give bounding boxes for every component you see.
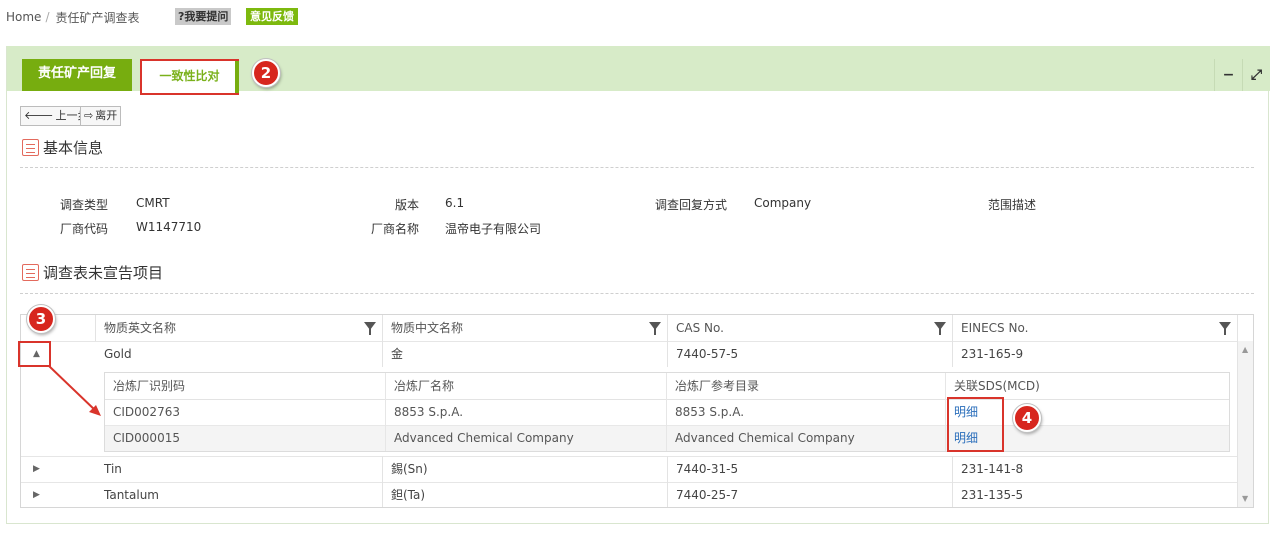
table-row-cell: 231-135-5 <box>953 482 1238 507</box>
expand-icon[interactable]: ▶ <box>33 464 40 474</box>
panel-header: 责任矿产回复 一致性比对 − ⤢ <box>7 46 1270 95</box>
callout-badge-2: 2 <box>252 59 280 87</box>
table-row-cell: 7440-25-7 <box>668 482 953 507</box>
grid-scrollbar[interactable]: ▲ ▼ <box>1237 341 1253 507</box>
field-label-vendor-code: 厂商代码 <box>60 222 109 236</box>
callout-badge-4: 4 <box>1013 404 1041 432</box>
leave-button[interactable]: ⇨ 离开 <box>80 106 122 126</box>
scroll-up-icon[interactable]: ▲ <box>1242 345 1248 354</box>
field-label-scope: 范围描述 <box>988 198 1037 212</box>
scroll-down-icon[interactable]: ▼ <box>1242 494 1248 503</box>
grid-header-en-name[interactable]: 物质英文名称 <box>96 315 383 341</box>
tab-consistency-check-label: 一致性比对 <box>159 69 220 83</box>
field-value-survey-type: CMRT <box>136 196 170 210</box>
filter-icon[interactable] <box>649 322 661 335</box>
divider <box>20 167 1254 168</box>
grid-header-cas[interactable]: CAS No. <box>668 315 953 341</box>
field-value-version: 6.1 <box>445 196 465 210</box>
breadcrumb-current: 责任矿产调查表 <box>55 10 140 25</box>
grid-header-cn-name[interactable]: 物质中文名称 <box>383 315 668 341</box>
field-label-reply-method: 调查回复方式 <box>655 198 728 212</box>
table-row-cell: 231-141-8 <box>953 456 1238 482</box>
table-row-cell: 鉭(Ta) <box>383 482 668 507</box>
header-label: EINECS No. <box>961 321 1029 335</box>
list-icon <box>22 139 39 156</box>
arrow-left-icon: 🡐 <box>24 109 54 122</box>
breadcrumb-home[interactable]: Home <box>6 10 41 24</box>
table-row-cell: Tin <box>96 456 383 482</box>
table-row-cell: 7440-57-5 <box>668 341 953 367</box>
detail-header: 冶炼厂识别码 <box>105 373 386 399</box>
divider <box>20 293 1254 294</box>
list-icon <box>22 264 39 281</box>
arrow-line <box>48 365 98 413</box>
filter-icon[interactable] <box>1219 322 1231 335</box>
leave-label: 离开 <box>95 109 118 122</box>
feedback-button[interactable]: 意见反馈 <box>246 8 298 25</box>
detail-cell: 8853 S.p.A. <box>386 399 667 425</box>
callout-badge-3: 3 <box>27 305 55 333</box>
field-label-version: 版本 <box>395 198 420 212</box>
header-label: 物质中文名称 <box>391 321 464 335</box>
detail-header: 冶炼厂名称 <box>386 373 667 399</box>
field-label-survey-type: 调查类型 <box>60 198 109 212</box>
undeclared-title: 调查表未宣告项目 <box>43 264 164 282</box>
fullscreen-icon[interactable]: ⤢ <box>1242 59 1270 91</box>
detail-cell: Advanced Chemical Company <box>667 425 946 451</box>
field-label-vendor-name: 厂商名称 <box>371 222 420 236</box>
detail-header: 关联SDS(MCD) <box>954 379 1040 393</box>
field-value-vendor-name: 温帝电子有限公司 <box>445 222 542 236</box>
filter-icon[interactable] <box>364 322 376 335</box>
basic-info-title: 基本信息 <box>43 139 104 157</box>
undeclared-heading: 调查表未宣告项目 <box>22 262 163 283</box>
minimize-icon[interactable]: − <box>1214 59 1242 91</box>
detail-cell: 8853 S.p.A. <box>667 399 946 425</box>
breadcrumb: Home / 责任矿产调查表 <box>6 8 140 26</box>
table-row-cell: 7440-31-5 <box>668 456 953 482</box>
table-row-cell: 231-165-9 <box>953 341 1238 367</box>
panel-tools: − ⤢ <box>1214 59 1270 91</box>
smelter-detail-grid: 冶炼厂识别码 冶炼厂名称 冶炼厂参考目录 关联SDS(MCD) CID00276… <box>104 372 1230 452</box>
ask-question-button[interactable]: ?我要提问 <box>175 8 232 25</box>
grid-header-einecs[interactable]: EINECS No. <box>953 315 1238 341</box>
detail-cell: Advanced Chemical Company <box>386 425 667 451</box>
exit-icon: ⇨ <box>84 109 94 122</box>
header-label: CAS No. <box>676 321 724 335</box>
detail-cell: CID000015 <box>105 425 386 451</box>
tab-mineral-reply[interactable]: 责任矿产回复 <box>22 59 132 91</box>
highlight-detail-links <box>947 397 1004 452</box>
table-row-cell: 金 <box>383 341 668 367</box>
header-label: 物质英文名称 <box>104 321 177 335</box>
detail-cell: CID002763 <box>105 399 386 425</box>
expand-icon[interactable]: ▶ <box>33 490 40 500</box>
basic-info-heading: 基本信息 <box>22 137 103 158</box>
breadcrumb-separator: / <box>45 10 50 24</box>
table-row-cell: Tantalum <box>96 482 383 507</box>
arrow-annotation <box>48 365 101 416</box>
field-value-vendor-code: W1147710 <box>136 220 202 234</box>
table-row-cell: 錫(Sn) <box>383 456 668 482</box>
filter-icon[interactable] <box>934 322 946 335</box>
table-row-cell: Gold <box>96 341 383 367</box>
undeclared-grid: 物质英文名称 物质中文名称 CAS No. EINECS No. ▲ Gold … <box>20 314 1254 508</box>
field-value-reply-method: Company <box>754 196 812 210</box>
tab-divider <box>235 61 239 93</box>
detail-header: 冶炼厂参考目录 <box>667 373 946 399</box>
tab-consistency-check[interactable]: 一致性比对 <box>140 59 239 95</box>
